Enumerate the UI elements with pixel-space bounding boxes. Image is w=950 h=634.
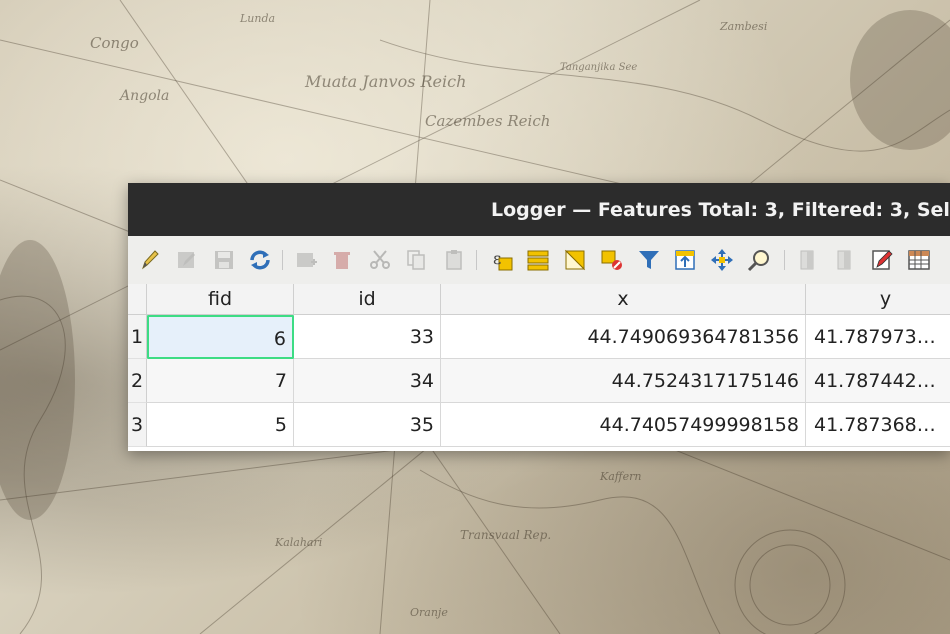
deselect-all-button[interactable] bbox=[598, 246, 626, 274]
table-cell-y[interactable]: 41.787442… bbox=[806, 359, 950, 403]
field-calculator-icon bbox=[872, 250, 893, 270]
delete-field-button[interactable] bbox=[832, 246, 860, 274]
paste-icon bbox=[446, 250, 462, 270]
table-cell-x[interactable]: 44.74057499998158 bbox=[441, 403, 806, 447]
field-calculator-button[interactable] bbox=[868, 246, 896, 274]
save-edits-button[interactable] bbox=[210, 246, 238, 274]
attribute-table-toolbar: ε bbox=[128, 236, 950, 285]
multi-edit-button[interactable] bbox=[173, 246, 201, 274]
multi-edit-icon bbox=[178, 252, 195, 268]
table-cell-id[interactable]: 35 bbox=[294, 403, 441, 447]
map-label: Kaffern bbox=[600, 470, 642, 483]
paste-button[interactable] bbox=[440, 246, 468, 274]
cut-icon bbox=[370, 250, 390, 269]
row-header[interactable]: 3 bbox=[128, 403, 147, 447]
table-cell-fid[interactable]: 5 bbox=[147, 403, 294, 447]
table-corner[interactable] bbox=[128, 284, 147, 315]
toolbar-separator bbox=[476, 250, 477, 270]
pan-to-selected-icon bbox=[711, 249, 733, 271]
map-label: Lunda bbox=[240, 12, 276, 25]
add-feature-icon bbox=[297, 253, 317, 267]
map-label: Tanganjika See bbox=[560, 62, 638, 73]
attribute-table[interactable]: fid id x y 1 6 33 44.749069364781356 41.… bbox=[128, 284, 950, 451]
map-label: Oranje bbox=[410, 606, 448, 619]
add-feature-button[interactable] bbox=[292, 246, 320, 274]
delete-feature-button[interactable] bbox=[328, 246, 356, 274]
map-label: Congo bbox=[90, 34, 139, 52]
delete-icon bbox=[334, 252, 350, 269]
svg-text:ε: ε bbox=[493, 249, 501, 268]
map-label: Kalahari bbox=[275, 536, 323, 549]
copy-button[interactable] bbox=[402, 246, 430, 274]
map-label: Cazembes Reich bbox=[425, 112, 551, 130]
attribute-table-window[interactable]: Logger — Features Total: 3, Filtered: 3,… bbox=[128, 183, 950, 451]
window-titlebar[interactable]: Logger — Features Total: 3, Filtered: 3,… bbox=[128, 183, 950, 236]
table-cell-fid[interactable]: 6 bbox=[147, 315, 294, 359]
zoom-to-selected-icon bbox=[747, 250, 769, 272]
toolbar-separator bbox=[282, 250, 283, 270]
column-header-x[interactable]: x bbox=[441, 284, 806, 315]
zoom-to-selected-button[interactable] bbox=[745, 246, 773, 274]
map-label: Muata Janvos Reich bbox=[305, 72, 467, 91]
select-all-icon bbox=[527, 250, 549, 271]
conditional-formatting-button[interactable] bbox=[905, 246, 933, 274]
pan-to-selected-button[interactable] bbox=[708, 246, 736, 274]
map-label: Angola bbox=[120, 88, 170, 104]
copy-icon bbox=[407, 250, 425, 270]
new-field-icon bbox=[800, 250, 814, 270]
map-label: Transvaal Rep. bbox=[460, 528, 552, 542]
filter-button[interactable] bbox=[635, 246, 663, 274]
expression-select-icon: ε bbox=[493, 249, 513, 271]
reload-icon bbox=[250, 250, 270, 270]
reload-button[interactable] bbox=[246, 246, 274, 274]
row-header[interactable]: 1 bbox=[128, 315, 147, 359]
toolbar-separator bbox=[784, 250, 785, 270]
delete-field-icon bbox=[837, 250, 851, 270]
invert-selection-button[interactable] bbox=[561, 246, 589, 274]
table-cell-y[interactable]: 41.787368… bbox=[806, 403, 950, 447]
save-icon bbox=[215, 251, 233, 269]
toggle-editing-button[interactable] bbox=[136, 246, 164, 274]
table-cell-id[interactable]: 33 bbox=[294, 315, 441, 359]
move-selection-top-icon bbox=[675, 250, 695, 270]
deselect-all-icon bbox=[601, 250, 622, 270]
table-cell-x[interactable]: 44.7524317175146 bbox=[441, 359, 806, 403]
table-cell-x[interactable]: 44.749069364781356 bbox=[441, 315, 806, 359]
pencil-icon bbox=[142, 250, 159, 270]
column-header-y[interactable]: y bbox=[806, 284, 950, 315]
select-all-button[interactable] bbox=[524, 246, 552, 274]
column-header-fid[interactable]: fid bbox=[147, 284, 294, 315]
table-cell-id[interactable]: 34 bbox=[294, 359, 441, 403]
table-cell-y[interactable]: 41.787973… bbox=[806, 315, 950, 359]
filter-icon bbox=[639, 251, 659, 269]
window-title: Logger — Features Total: 3, Filtered: 3,… bbox=[491, 199, 950, 221]
move-selection-to-top-button[interactable] bbox=[671, 246, 699, 274]
invert-selection-icon bbox=[564, 249, 586, 271]
table-cell-fid[interactable]: 7 bbox=[147, 359, 294, 403]
cut-button[interactable] bbox=[366, 246, 394, 274]
row-header[interactable]: 2 bbox=[128, 359, 147, 403]
conditional-formatting-icon bbox=[908, 250, 930, 270]
map-label: Zambesi bbox=[720, 20, 768, 33]
new-field-button[interactable] bbox=[795, 246, 823, 274]
select-by-expression-button[interactable]: ε bbox=[488, 246, 516, 274]
column-header-id[interactable]: id bbox=[294, 284, 441, 315]
